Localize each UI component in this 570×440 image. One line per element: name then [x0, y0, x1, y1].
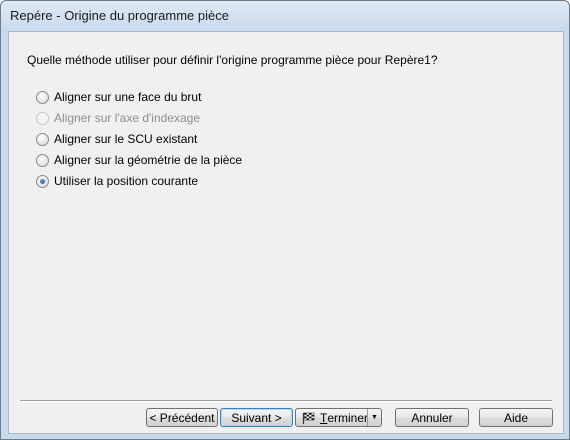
radio-button-icon	[36, 111, 49, 125]
option-align-index-axis: Aligner sur l'axe d'indexage	[36, 110, 200, 126]
option-align-existing-ucs[interactable]: Aligner sur le SCU existant	[36, 131, 197, 147]
option-label: Aligner sur une face du brut	[54, 90, 202, 104]
cancel-button[interactable]: Annuler	[395, 408, 469, 427]
radio-button-icon[interactable]	[36, 90, 49, 104]
option-label: Aligner sur la géométrie de la pièce	[54, 153, 243, 167]
dialog-client-area: Quelle méthode utiliser pour définir l'o…	[8, 31, 564, 434]
window-title: Repére - Origine du programme pièce	[10, 8, 229, 23]
option-align-stock-face[interactable]: Aligner sur une face du brut	[36, 89, 201, 105]
radio-button-selected-icon[interactable]	[36, 174, 49, 188]
finish-label-accelerator: T	[320, 410, 328, 425]
separator	[20, 400, 552, 402]
option-align-part-geometry[interactable]: Aligner sur la géométrie de la pièce	[36, 152, 242, 168]
dialog-window: Repére - Origine du programme pièce Quel…	[0, 0, 570, 440]
help-button[interactable]: Aide	[479, 408, 553, 427]
dropdown-arrow-icon[interactable]: ▼	[367, 409, 381, 426]
title-bar[interactable]: Repére - Origine du programme pièce	[1, 1, 569, 31]
previous-button[interactable]: < Précédent	[146, 408, 218, 427]
option-label: Aligner sur l'axe d'indexage	[54, 111, 201, 125]
radio-button-icon[interactable]	[36, 132, 49, 146]
option-label: Utiliser la position courante	[54, 174, 199, 188]
radio-button-icon[interactable]	[36, 153, 49, 167]
finish-split-button[interactable]: Terminer ▼	[295, 408, 382, 427]
question-text: Quelle méthode utiliser pour définir l'o…	[27, 53, 438, 67]
checkered-flag-icon	[302, 412, 315, 424]
option-label: Aligner sur le SCU existant	[54, 132, 198, 146]
finish-label-rest: erminer	[327, 410, 369, 425]
next-button[interactable]: Suivant >	[220, 408, 293, 427]
option-use-current-position[interactable]: Utiliser la position courante	[36, 173, 198, 189]
